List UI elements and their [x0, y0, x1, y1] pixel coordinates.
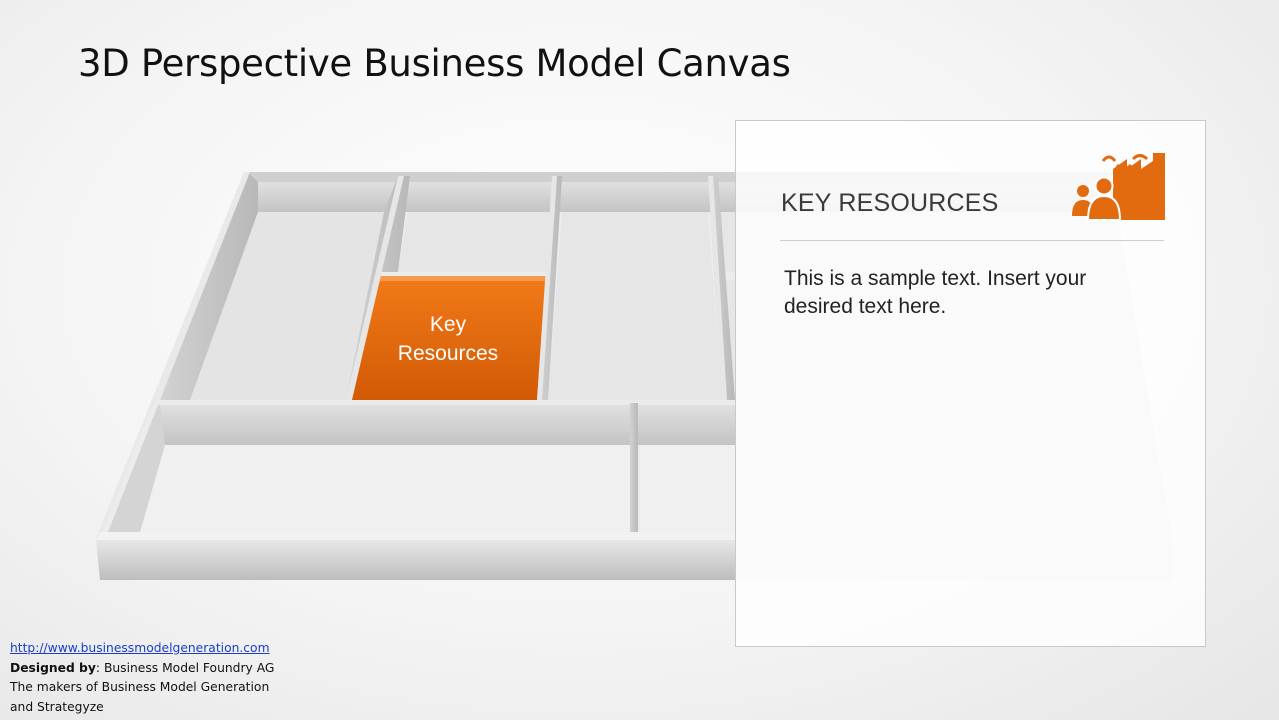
footer-credits: http://www.businessmodelgeneration.com D…	[10, 639, 274, 717]
people-factory-icon	[1072, 153, 1165, 221]
footer-line3: The makers of Business Model Generation	[10, 680, 270, 694]
key-resources-label-line1: Key	[429, 313, 467, 336]
cell-key-activities	[398, 212, 552, 272]
outer-front-wall-top	[96, 532, 735, 540]
cell-cost-structure	[140, 445, 632, 532]
footer-designed-by-value: : Business Model Foundry AG	[95, 660, 275, 675]
middle-wall-top	[155, 400, 735, 405]
key-resources-label-line2: Resources	[397, 342, 499, 365]
cell-revenue-streams	[640, 445, 735, 532]
cell-key-resources-edge	[375, 276, 546, 281]
cell-value-proposition	[548, 212, 722, 400]
key-resources-label: Key Resources	[360, 310, 536, 368]
panel-body-text: This is a sample text. Insert your desir…	[784, 267, 1087, 318]
footer-line4: and Strategyze	[10, 699, 104, 714]
middle-wall-face	[160, 405, 735, 445]
footer-designed-by-label: Designed by	[10, 660, 96, 675]
panel-divider	[780, 240, 1164, 241]
panel-heading: KEY RESOURCES	[781, 189, 999, 217]
footer-url-link[interactable]: http://www.businessmodelgeneration.com	[10, 641, 270, 655]
detail-panel: KEY RESOURCES This is a sample text. Ins…	[735, 120, 1206, 647]
outer-front-wall-face	[96, 540, 735, 580]
divider-bottom	[630, 403, 638, 532]
